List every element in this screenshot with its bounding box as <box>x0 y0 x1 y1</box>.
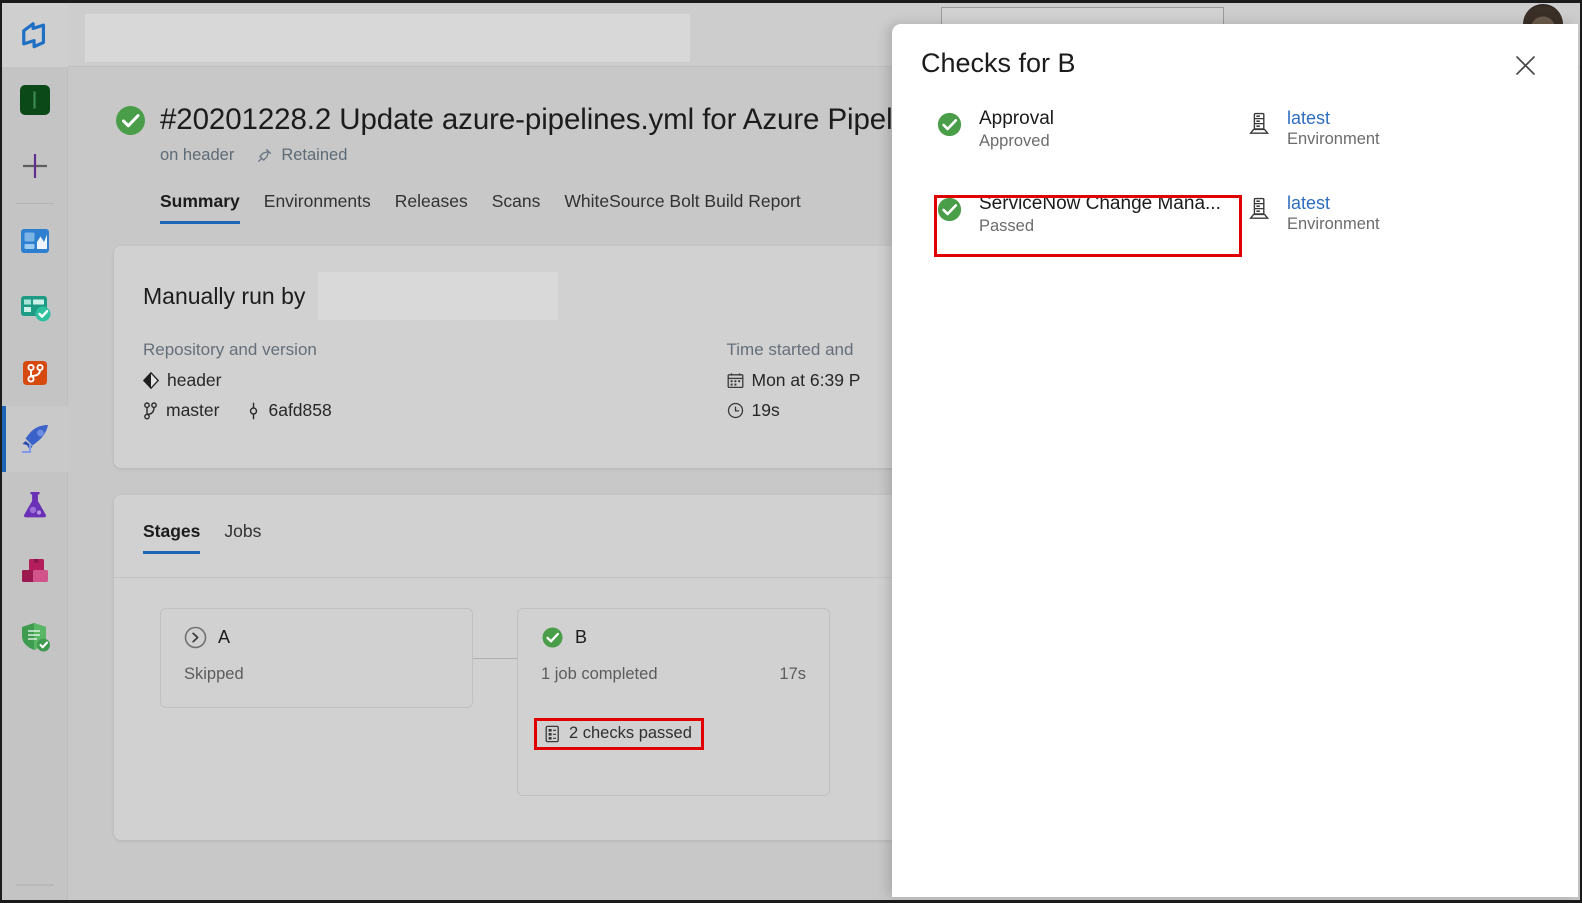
stage-b-duration: 17s <box>779 665 806 683</box>
time-started-value: Mon at 6:39 P <box>751 370 861 390</box>
stage-b-status: 1 job completed <box>541 665 658 683</box>
boards-icon <box>18 224 52 258</box>
check-state: Approved <box>979 132 1050 150</box>
repository-name[interactable]: header <box>167 370 222 391</box>
branch-and-commit-line: master 6afd858 <box>143 400 727 421</box>
sidebar-item-advanced-security[interactable] <box>2 604 68 670</box>
repository-line: header <box>143 370 727 391</box>
sidebar-item-pipelines[interactable] <box>2 406 68 472</box>
sidebar-item-boards[interactable] <box>2 208 68 274</box>
server-environment-icon <box>1248 108 1270 136</box>
azure-devops-logo-icon <box>20 20 50 50</box>
app-window: #20201228.2 Update azure-pipelines.yml f… <box>0 0 1582 903</box>
sidebar-item-new[interactable] <box>2 133 68 199</box>
tab-releases[interactable]: Releases <box>383 191 480 224</box>
repository-column-heading: Repository and version <box>143 340 317 359</box>
duration-value: 19s <box>751 400 780 420</box>
checks-panel-title: Checks for B <box>921 48 1076 78</box>
check-resource-kind: Environment <box>1287 215 1380 233</box>
overview-icon <box>18 83 52 117</box>
stage-connector <box>473 658 517 659</box>
checks-panel-header: Checks for B <box>892 24 1578 82</box>
commit-icon <box>247 402 260 420</box>
checks-passed-label: 2 checks passed <box>569 724 692 742</box>
checks-list: Approval Approved latest Environment Ser… <box>892 82 1578 278</box>
sidebar-item-overview[interactable] <box>2 67 68 133</box>
branch-name[interactable]: master <box>166 400 219 421</box>
commit-sha[interactable]: 6afd858 <box>268 400 331 421</box>
check-circle-icon <box>541 626 564 649</box>
check-circle-icon <box>936 108 963 138</box>
stage-b-name: B <box>575 627 588 647</box>
manually-run-by-label: Manually run by <box>143 282 306 309</box>
run-branch-label: on header <box>160 146 235 164</box>
repos-icon <box>18 356 52 390</box>
tab-summary[interactable]: Summary <box>160 191 252 224</box>
manually-run-by-value-redacted <box>318 272 559 320</box>
stage-card-b[interactable]: B 1 job completed 17s 2 checks passed <box>517 608 830 796</box>
sidebar <box>2 3 68 900</box>
check-resource-kind: Environment <box>1287 130 1380 148</box>
check-circle-icon <box>936 193 963 223</box>
calendar-icon <box>727 372 744 389</box>
check-row[interactable]: ServiceNow Change Mana... Passed latest … <box>892 193 1578 278</box>
azure-devops-logo-button[interactable] <box>2 3 68 67</box>
stage-a-name: A <box>218 627 231 647</box>
checks-panel: Checks for B Approval Approved latest En… <box>892 24 1578 897</box>
sidebar-bottom-divider <box>16 884 54 886</box>
check-name: ServiceNow Change Mana... <box>979 193 1221 214</box>
check-resource-link[interactable]: latest <box>1287 193 1380 214</box>
tab-environments[interactable]: Environments <box>252 191 383 224</box>
flask-icon <box>18 488 52 522</box>
tab-stages[interactable]: Stages <box>143 521 212 554</box>
test-plans-board-icon <box>18 290 52 324</box>
pipelines-rocket-icon <box>18 422 52 456</box>
checklist-icon <box>544 725 561 743</box>
sidebar-item-artifacts[interactable] <box>2 538 68 604</box>
check-resource-link[interactable]: latest <box>1287 108 1380 129</box>
sidebar-item-repos[interactable] <box>2 340 68 406</box>
branch-icon <box>143 401 158 420</box>
close-icon[interactable] <box>1508 48 1542 82</box>
sidebar-item-test-plans-board[interactable] <box>2 274 68 340</box>
check-state: Passed <box>979 217 1035 235</box>
clock-icon <box>727 402 744 419</box>
plus-icon <box>20 151 50 181</box>
stage-graph: A Skipped B 1 job completed 17s 2 checks… <box>160 608 830 796</box>
check-row[interactable]: Approval Approved latest Environment <box>892 108 1578 193</box>
artifacts-boxes-icon <box>18 554 52 588</box>
tab-whitesource-bolt-build-report[interactable]: WhiteSource Bolt Build Report <box>552 191 812 224</box>
server-environment-icon <box>1248 193 1270 221</box>
azure-repos-diamond-icon <box>143 372 159 389</box>
sidebar-item-test-plans[interactable] <box>2 472 68 538</box>
tab-jobs[interactable]: Jobs <box>212 521 273 554</box>
retained-label: Retained <box>281 146 348 164</box>
skipped-chevron-circle-icon <box>184 626 207 649</box>
tab-scans[interactable]: Scans <box>480 191 553 224</box>
page-title: #20201228.2 Update azure-pipelines.yml f… <box>160 103 916 136</box>
stage-card-a[interactable]: A Skipped <box>160 608 473 708</box>
sidebar-divider <box>15 203 54 204</box>
stage-a-status: Skipped <box>184 665 244 683</box>
repository-and-version-column: Repository and version header master 6af… <box>143 340 727 430</box>
check-circle-icon <box>114 104 147 137</box>
shield-check-icon <box>18 620 52 654</box>
checks-passed-button[interactable]: 2 checks passed <box>534 718 704 750</box>
pin-icon <box>256 147 273 164</box>
breadcrumb-redacted[interactable] <box>85 14 690 62</box>
check-name: Approval <box>979 108 1054 129</box>
